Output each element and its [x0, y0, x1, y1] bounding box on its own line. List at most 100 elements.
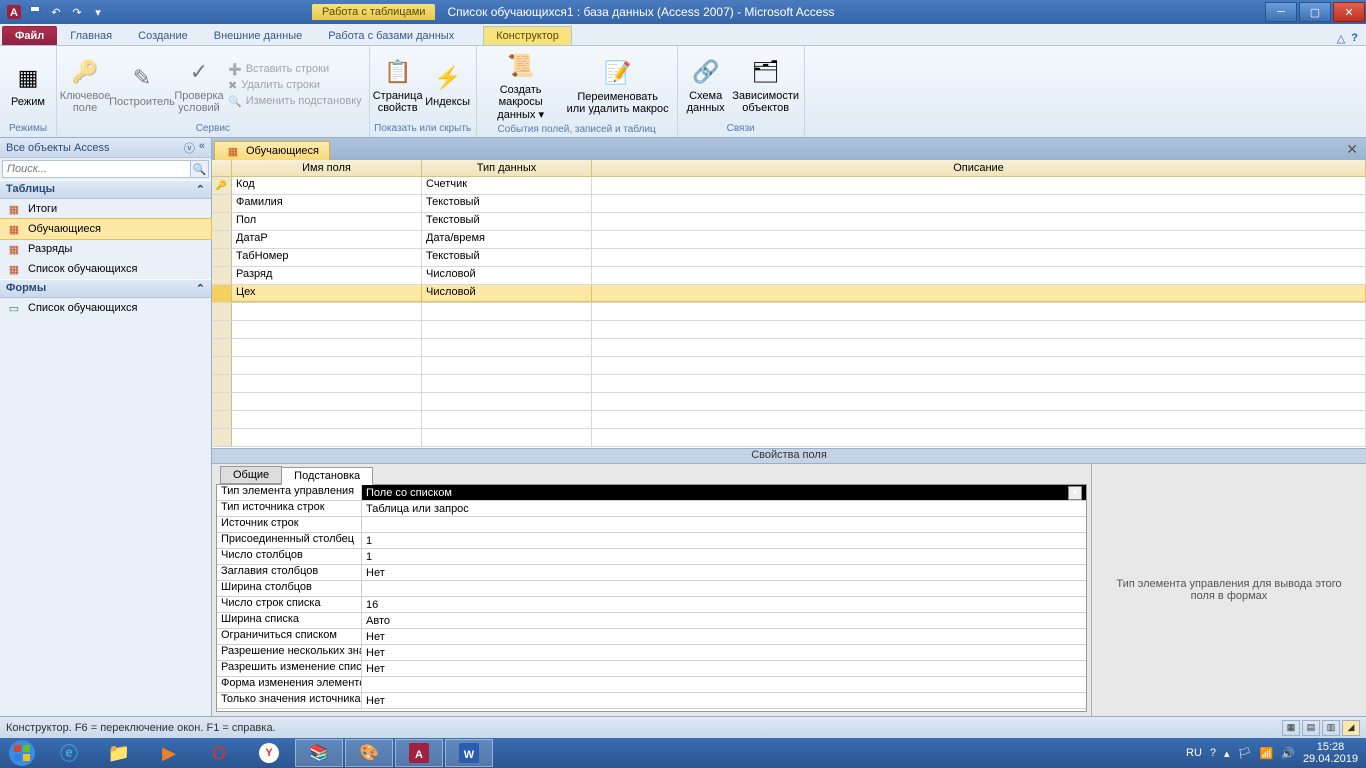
property-row[interactable]: Присоединенный столбец1 — [217, 533, 1086, 549]
taskbar-word[interactable]: W — [445, 739, 493, 767]
taskbar-media[interactable]: ▶ — [145, 739, 193, 767]
property-row[interactable]: Ширина столбцов — [217, 581, 1086, 597]
nav-collapse-icon[interactable]: « — [199, 140, 205, 156]
table-row[interactable] — [212, 375, 1366, 393]
property-value[interactable] — [362, 677, 1086, 692]
row-selector[interactable] — [212, 231, 232, 248]
nav-item-table[interactable]: ▦Обучающиеся — [0, 219, 211, 239]
cell-field-name[interactable]: Разряд — [232, 267, 422, 284]
cell-field-name[interactable]: Пол — [232, 213, 422, 230]
property-value[interactable]: 1 — [362, 533, 1086, 548]
property-row[interactable]: Заглавия столбцовНет — [217, 565, 1086, 581]
nav-header[interactable]: Все объекты Access ⓥ« — [0, 138, 211, 158]
help-icon[interactable]: ? — [1351, 32, 1358, 45]
table-row[interactable]: 🔑КодСчетчик — [212, 177, 1366, 195]
property-row[interactable]: Тип источника строкТаблица или запрос — [217, 501, 1086, 517]
minimize-button[interactable]: ─ — [1265, 2, 1297, 22]
cell-data-type[interactable]: Дата/время — [422, 231, 592, 248]
tab-lookup[interactable]: Подстановка — [281, 467, 373, 485]
indexes-button[interactable]: ⚡ Индексы — [424, 60, 472, 110]
cell-data-type[interactable]: Текстовый — [422, 249, 592, 266]
column-field-name[interactable]: Имя поля — [232, 160, 422, 176]
row-selector[interactable] — [212, 411, 232, 428]
cell-field-name[interactable]: ДатаР — [232, 231, 422, 248]
table-row[interactable]: ПолТекстовый — [212, 213, 1366, 231]
cell-description[interactable] — [592, 285, 1366, 302]
save-icon[interactable] — [25, 3, 45, 21]
cell-field-name[interactable]: ТабНомер — [232, 249, 422, 266]
undo-icon[interactable]: ↶ — [46, 3, 66, 21]
table-row[interactable] — [212, 411, 1366, 429]
cell-field-name[interactable]: Цех — [232, 285, 422, 302]
property-value[interactable]: 1 — [362, 549, 1086, 564]
rename-delete-macro-button[interactable]: 📝 Переименовать или удалить макрос — [563, 55, 673, 117]
property-row[interactable]: Источник строк — [217, 517, 1086, 533]
clock[interactable]: 15:28 29.04.2019 — [1303, 741, 1358, 765]
cell-description[interactable] — [592, 231, 1366, 248]
taskbar-access[interactable]: A — [395, 739, 443, 767]
app-icon[interactable]: A — [4, 3, 24, 21]
taskbar-yandex[interactable]: Y — [245, 739, 293, 767]
cell-data-type[interactable]: Текстовый — [422, 195, 592, 212]
table-row[interactable] — [212, 357, 1366, 375]
taskbar-ie[interactable]: ⓔ — [45, 739, 93, 767]
search-icon[interactable]: 🔍 — [191, 160, 209, 178]
row-selector[interactable] — [212, 321, 232, 338]
maximize-button[interactable]: ▢ — [1299, 2, 1331, 22]
cell-description[interactable] — [592, 249, 1366, 266]
property-row[interactable]: Ограничиться спискомНет — [217, 629, 1086, 645]
cell-data-type[interactable]: Числовой — [422, 267, 592, 284]
language-indicator[interactable]: RU — [1186, 747, 1202, 759]
close-button[interactable]: ✕ — [1333, 2, 1365, 22]
help-tray-icon[interactable]: ? — [1210, 747, 1216, 759]
tab-external-data[interactable]: Внешние данные — [201, 26, 315, 45]
cell-data-type[interactable]: Счетчик — [422, 177, 592, 194]
row-selector[interactable] — [212, 429, 232, 446]
property-value[interactable]: 16 — [362, 597, 1086, 612]
cell-description[interactable] — [592, 213, 1366, 230]
search-input[interactable] — [2, 160, 191, 178]
property-row[interactable]: Разрешить изменение списка значенийНет — [217, 661, 1086, 677]
nav-category-forms[interactable]: Формы⌃ — [0, 279, 211, 298]
property-grid[interactable]: Тип элемента управленияПоле со списком▾Т… — [216, 484, 1087, 712]
row-selector[interactable] — [212, 339, 232, 356]
cell-description[interactable] — [592, 195, 1366, 212]
row-selector[interactable] — [212, 249, 232, 266]
design-view-button[interactable]: ◢ — [1342, 720, 1360, 736]
ribbon-minimize-icon[interactable]: △ — [1337, 32, 1345, 45]
tab-database-tools[interactable]: Работа с базами данных — [315, 26, 467, 45]
cell-description[interactable] — [592, 177, 1366, 194]
property-value[interactable]: Нет — [362, 629, 1086, 644]
property-row[interactable]: Число строк списка16 — [217, 597, 1086, 613]
datasheet-view-button[interactable]: ▦ — [1282, 720, 1300, 736]
redo-icon[interactable]: ↷ — [67, 3, 87, 21]
cell-data-type[interactable]: Текстовый — [422, 213, 592, 230]
create-data-macros-button[interactable]: 📜 Создать макросы данных ▾ — [481, 48, 561, 123]
view-mode-button[interactable]: ▦ Режим — [4, 60, 52, 110]
table-row[interactable] — [212, 429, 1366, 447]
dropdown-icon[interactable]: ▾ — [1068, 486, 1082, 500]
row-selector[interactable] — [212, 375, 232, 392]
cell-description[interactable] — [592, 267, 1366, 284]
taskbar-winrar[interactable]: 📚 — [295, 739, 343, 767]
row-selector[interactable] — [212, 285, 232, 302]
cell-field-name[interactable]: Фамилия — [232, 195, 422, 212]
property-value[interactable]: Поле со списком▾ — [362, 485, 1086, 500]
property-value[interactable]: Авто — [362, 613, 1086, 628]
property-row[interactable]: Число столбцов1 — [217, 549, 1086, 565]
row-selector[interactable] — [212, 267, 232, 284]
taskbar-opera[interactable]: O — [195, 739, 243, 767]
property-value[interactable] — [362, 517, 1086, 532]
qa-customize-icon[interactable]: ▾ — [88, 3, 108, 21]
taskbar-explorer[interactable]: 📁 — [95, 739, 143, 767]
property-row[interactable]: Тип элемента управленияПоле со списком▾ — [217, 485, 1086, 501]
property-row[interactable]: Разрешение нескольких значенийНет — [217, 645, 1086, 661]
table-row[interactable]: ТабНомерТекстовый — [212, 249, 1366, 267]
pivot-table-view-button[interactable]: ▤ — [1302, 720, 1320, 736]
taskbar-paint[interactable]: 🎨 — [345, 739, 393, 767]
close-document-button[interactable]: ✕ — [1338, 139, 1366, 160]
column-description[interactable]: Описание — [592, 160, 1366, 176]
row-selector[interactable] — [212, 303, 232, 320]
nav-item-form[interactable]: ▭Список обучающихся — [0, 298, 211, 318]
cell-field-name[interactable]: Код — [232, 177, 422, 194]
